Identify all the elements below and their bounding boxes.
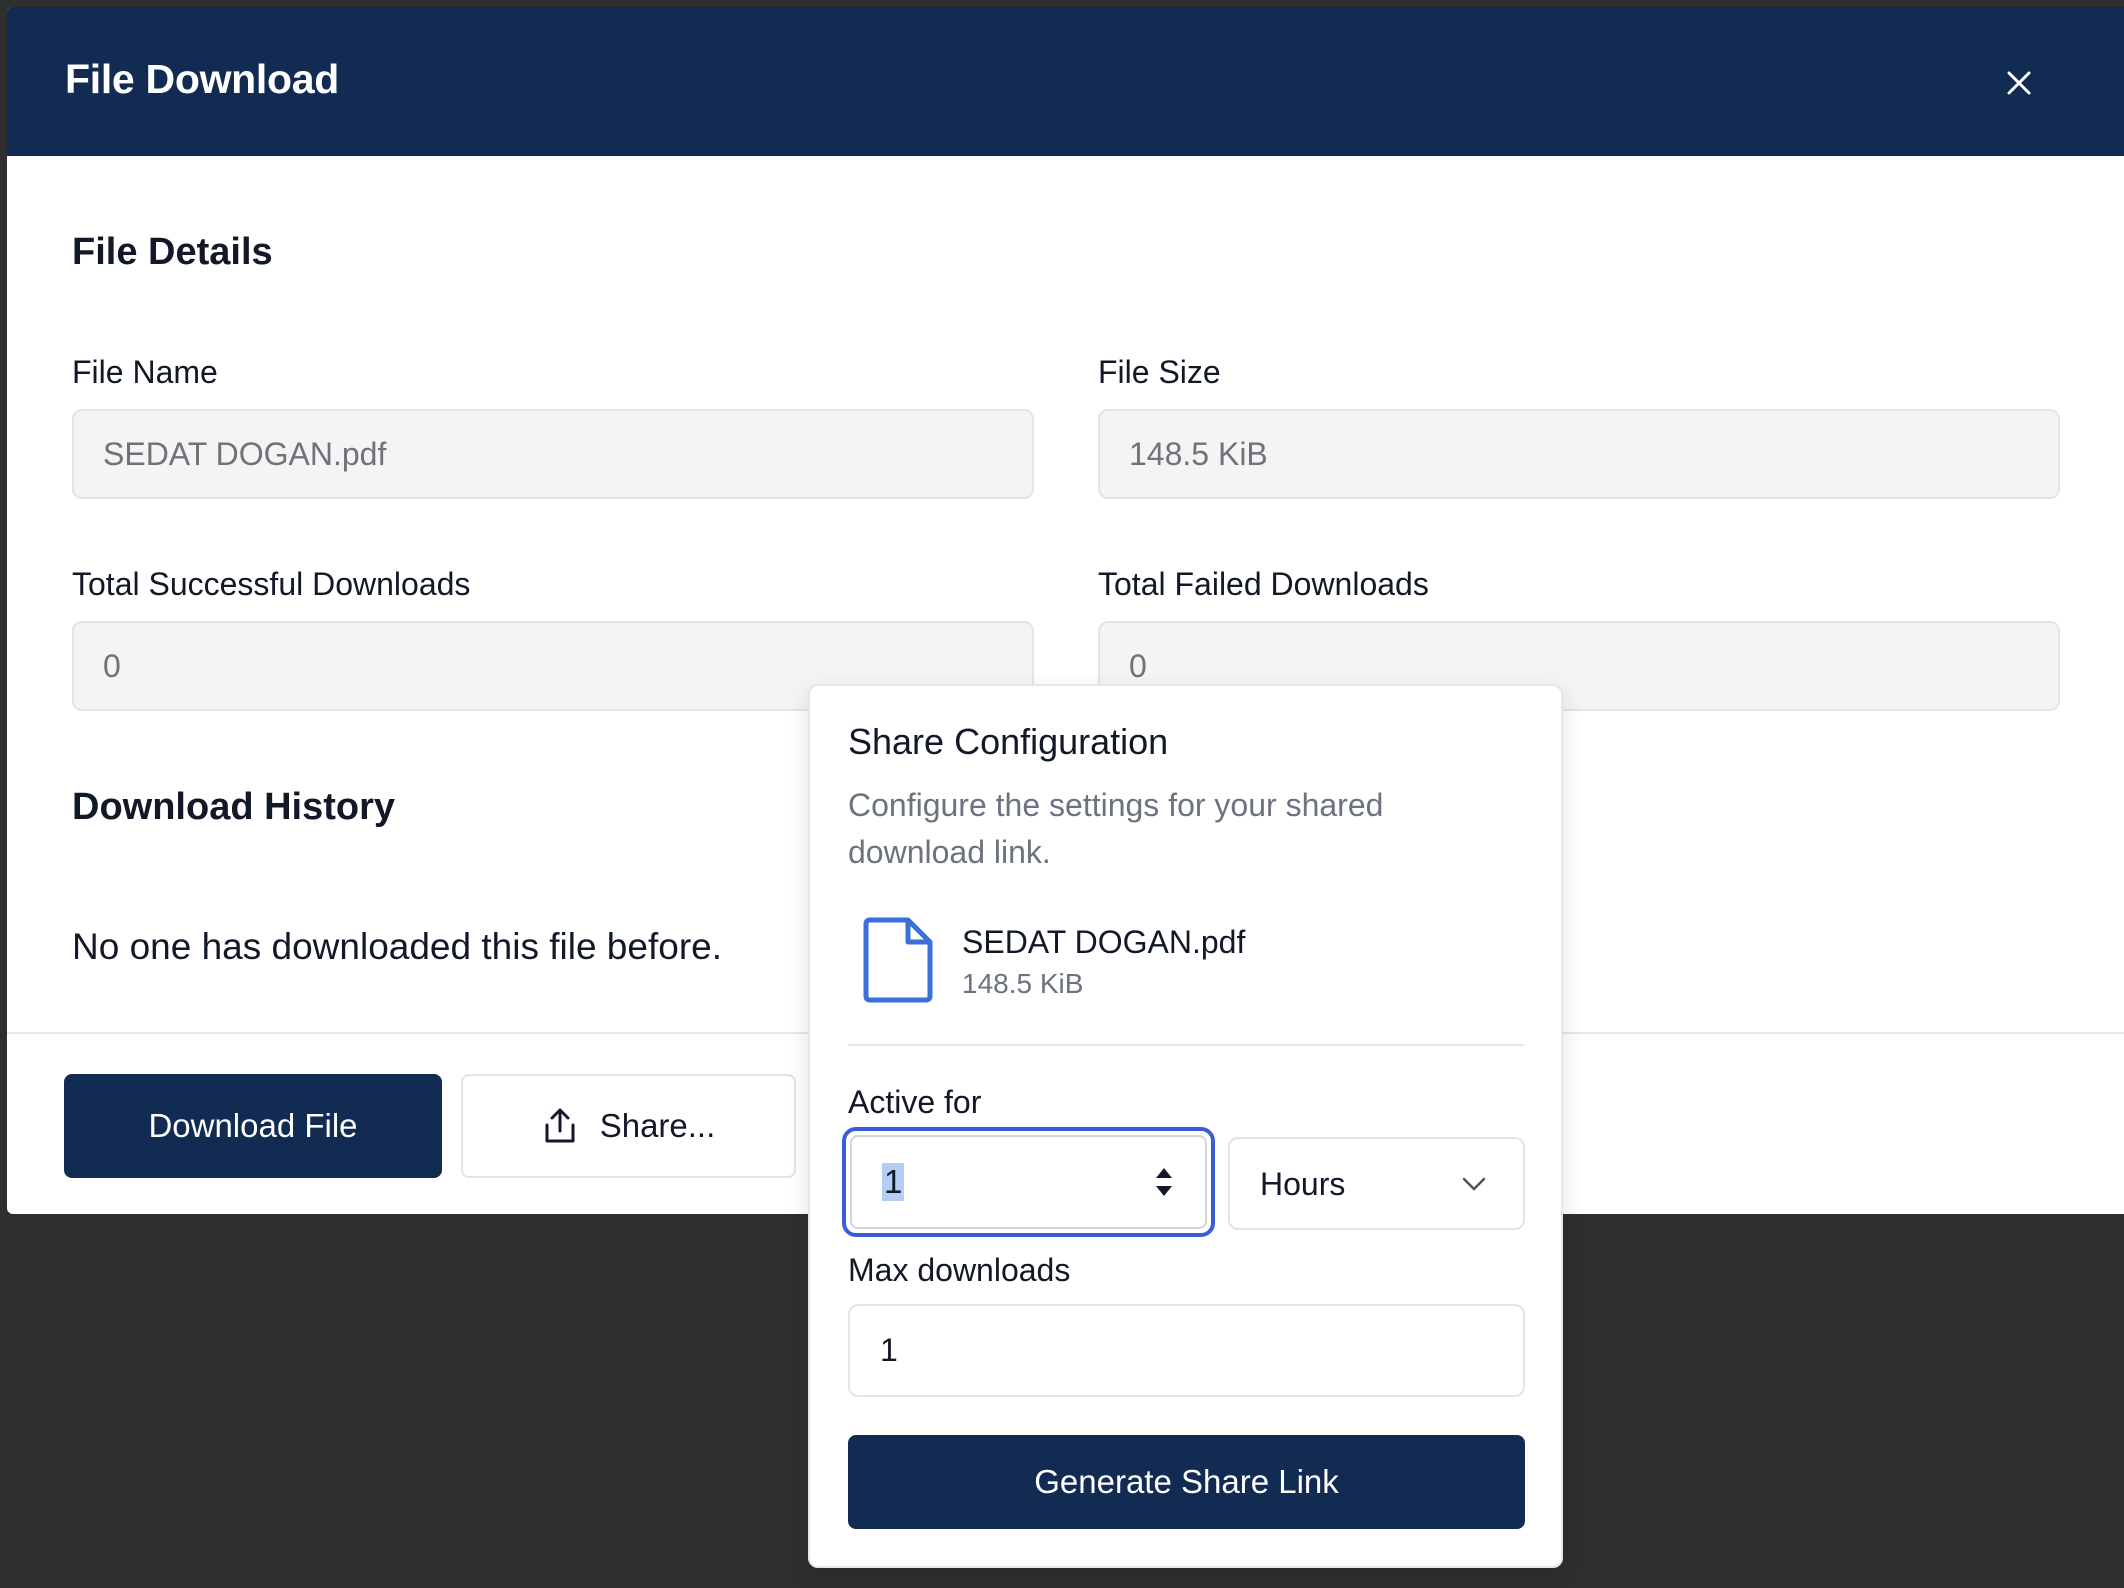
share-config-divider — [848, 1044, 1524, 1046]
close-button[interactable] — [1997, 61, 2041, 105]
share-button-label: Share... — [599, 1107, 716, 1144]
generate-share-link-label: Generate Share Link — [1034, 1463, 1339, 1500]
active-for-label: Active for — [848, 1084, 982, 1120]
modal-title: File Download — [65, 56, 339, 102]
chevron-down-icon — [1461, 1176, 1487, 1192]
max-downloads-input[interactable]: 1 — [848, 1304, 1525, 1397]
active-for-value: 1 — [882, 1163, 905, 1201]
share-button[interactable]: Share... — [461, 1074, 796, 1178]
modal-header: File Download — [7, 7, 2124, 156]
max-downloads-label: Max downloads — [848, 1252, 1071, 1288]
stepper-arrows-icon — [1156, 1168, 1172, 1196]
generate-share-link-button[interactable]: Generate Share Link — [848, 1435, 1525, 1529]
failed-downloads-label: Total Failed Downloads — [1098, 566, 1429, 602]
share-config-title: Share Configuration — [848, 721, 1169, 762]
duration-unit-value: Hours — [1260, 1165, 1346, 1202]
download-file-button[interactable]: Download File — [64, 1074, 442, 1178]
duration-unit-select[interactable]: Hours — [1228, 1137, 1525, 1230]
successful-downloads-label: Total Successful Downloads — [72, 566, 471, 602]
active-for-input[interactable]: 1 — [850, 1135, 1207, 1229]
file-size-field[interactable]: 148.5 KiB — [1098, 409, 2060, 499]
download-history-empty: No one has downloaded this file before. — [72, 926, 722, 967]
file-icon — [860, 916, 936, 1004]
file-name-label: File Name — [72, 354, 218, 390]
share-file-size: 148.5 KiB — [962, 968, 1084, 999]
file-name-field[interactable]: SEDAT DOGAN.pdf — [72, 409, 1034, 499]
file-details-title: File Details — [72, 231, 273, 273]
download-file-label: Download File — [148, 1107, 358, 1144]
download-history-title: Download History — [72, 786, 396, 828]
number-stepper[interactable] — [1153, 1164, 1175, 1200]
share-file-name: SEDAT DOGAN.pdf — [962, 924, 1246, 960]
share-configuration-popover: Share Configuration Configure the settin… — [808, 684, 1563, 1568]
file-size-label: File Size — [1098, 354, 1221, 390]
share-upload-icon — [545, 1108, 575, 1143]
share-config-description: Configure the settings for your shared d… — [848, 787, 1384, 870]
active-for-input-focus-ring: 1 — [842, 1127, 1215, 1237]
close-icon — [2007, 71, 2031, 95]
